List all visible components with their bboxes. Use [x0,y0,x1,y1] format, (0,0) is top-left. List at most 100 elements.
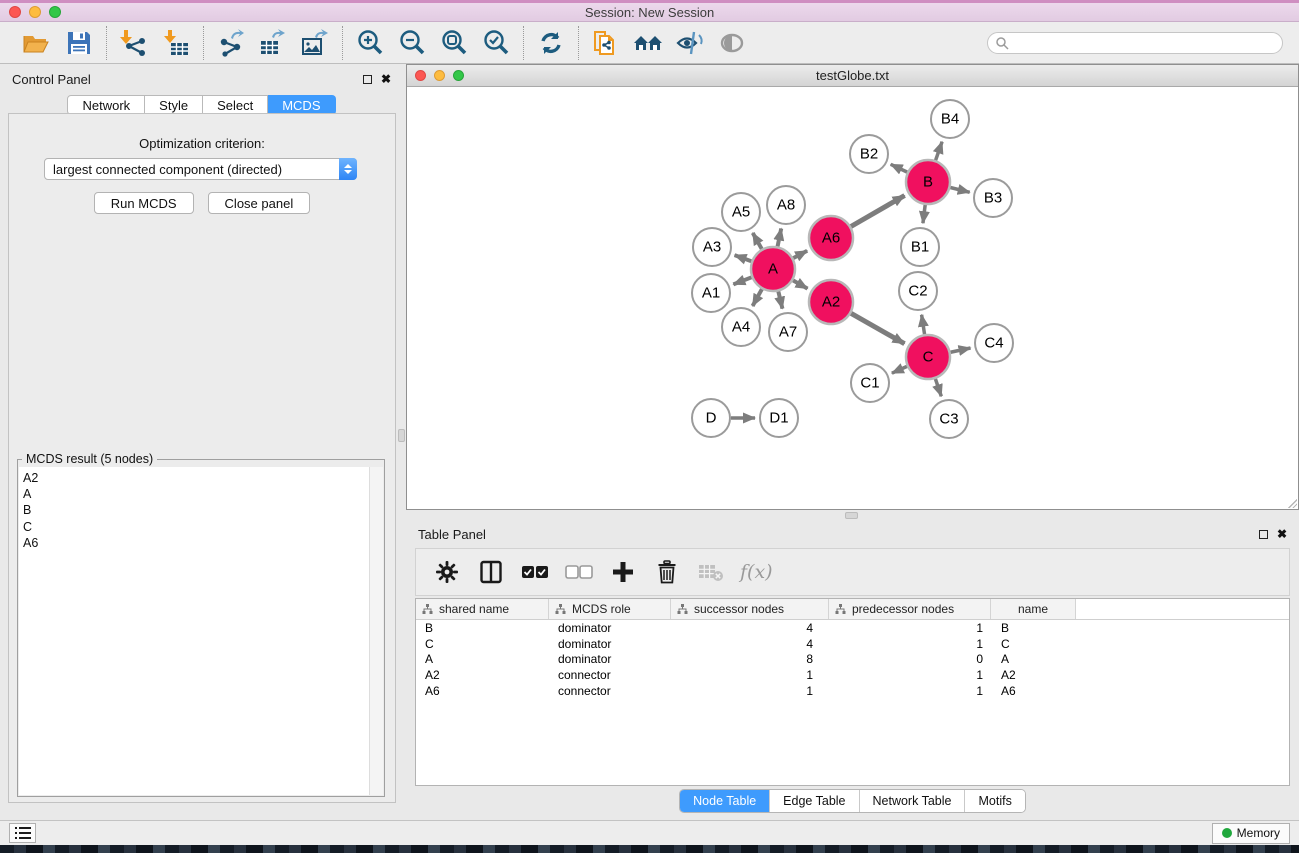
import-table-button[interactable] [159,27,193,59]
network-graph[interactable]: B4B2BB3A8A5A6B1A3AC2A1A2A4A7C4CC1C3DD1 [407,87,1298,509]
column-header-predecessor-nodes[interactable]: predecessor nodes [829,599,991,619]
graph-edge-A-A8[interactable] [778,229,782,247]
tab-network[interactable]: Network [67,95,145,115]
mcds-result-item[interactable]: A6 [23,535,369,551]
table-cell[interactable]: A6 [416,684,549,698]
table-cell[interactable]: 4 [671,637,829,651]
float-table-panel-icon[interactable] [1259,530,1268,539]
mcds-result-item[interactable]: A [23,486,369,502]
window-resize-grip[interactable] [1286,497,1297,508]
run-mcds-button[interactable]: Run MCDS [94,192,194,214]
zoom-in-button[interactable] [353,27,387,59]
column-header-name[interactable]: name [991,599,1076,619]
close-panel-icon[interactable]: ✖ [381,74,391,84]
graph-edge-C-C3[interactable] [935,379,941,396]
first-neighbors-button[interactable] [631,27,665,59]
graph-edge-C-C4[interactable] [950,348,970,352]
table-cell[interactable]: B [991,621,1076,635]
export-table-button[interactable] [256,27,290,59]
close-table-panel-icon[interactable]: ✖ [1277,529,1287,539]
graph-edge-A6-B[interactable] [851,195,905,226]
column-header-successor-nodes[interactable]: successor nodes [671,599,829,619]
table-row[interactable]: A2connector11A2 [416,667,1289,683]
save-session-button[interactable] [62,27,96,59]
table-cell[interactable]: 4 [671,621,829,635]
memory-button[interactable]: Memory [1212,823,1290,844]
delete-column-button[interactable] [652,557,682,587]
table-cell[interactable]: A6 [991,684,1076,698]
table-cell[interactable]: 1 [829,621,991,635]
table-cell[interactable]: 1 [829,684,991,698]
horizontal-splitter-handle[interactable] [845,512,858,519]
add-column-button[interactable] [608,557,638,587]
tab-style[interactable]: Style [145,95,203,115]
graph-edge-C-C2[interactable] [922,315,925,335]
table-cell[interactable]: connector [549,684,671,698]
select-all-button[interactable] [520,557,550,587]
table-cell[interactable]: 1 [829,668,991,682]
mcds-result-item[interactable]: A2 [23,470,369,486]
search-input[interactable] [1009,34,1282,52]
table-cell[interactable]: 1 [671,668,829,682]
hide-selected-button[interactable] [673,27,707,59]
graph-edge-B-B2[interactable] [891,164,908,172]
float-panel-icon[interactable] [363,75,372,84]
table-cell[interactable]: 1 [671,684,829,698]
table-settings-button[interactable] [432,557,462,587]
table-cell[interactable]: dominator [549,637,671,651]
vertical-splitter-handle[interactable] [398,429,405,442]
tab-network-table[interactable]: Network Table [859,790,965,812]
tab-motifs[interactable]: Motifs [964,790,1024,812]
graph-edge-A-A6[interactable] [793,251,807,258]
table-cell[interactable]: dominator [549,652,671,666]
tab-edge-table[interactable]: Edge Table [769,790,858,812]
task-history-button[interactable] [9,823,36,843]
show-all-button[interactable] [715,27,749,59]
mcds-result-item[interactable]: C [23,519,369,535]
toggle-panel-button[interactable] [476,557,506,587]
graph-edge-A2-C[interactable] [851,313,905,343]
import-network-button[interactable] [117,27,151,59]
table-cell[interactable]: B [416,621,549,635]
mcds-result-list[interactable]: A2ABCA6 [19,467,369,795]
column-header-MCDS-role[interactable]: MCDS role [549,599,671,619]
clone-network-button[interactable] [589,27,623,59]
tab-node-table[interactable]: Node Table [680,790,769,812]
table-row[interactable]: Cdominator41C [416,636,1289,652]
table-row[interactable]: Bdominator41B [416,620,1289,636]
mcds-result-item[interactable]: B [23,502,369,518]
table-cell[interactable]: 8 [671,652,829,666]
zoom-selected-button[interactable] [479,27,513,59]
export-image-button[interactable] [298,27,332,59]
table-row[interactable]: A6connector11A6 [416,683,1289,699]
graph-edge-A-A1[interactable] [733,277,751,284]
close-panel-button[interactable]: Close panel [208,192,311,214]
tab-mcds[interactable]: MCDS [268,95,335,115]
graph-edge-B-B3[interactable] [950,187,969,192]
graph-edge-A-A7[interactable] [778,291,782,308]
table-cell[interactable]: 1 [829,637,991,651]
table-row[interactable]: Adominator80A [416,651,1289,667]
function-builder-button[interactable]: f(x) [740,557,773,587]
graph-edge-A-A3[interactable] [735,255,752,261]
search-field[interactable] [987,32,1283,54]
network-canvas[interactable]: B4B2BB3A8A5A6B1A3AC2A1A2A4A7C4CC1C3DD1 [407,87,1298,509]
column-header-shared-name[interactable]: shared name [416,599,549,619]
open-session-button[interactable] [20,27,54,59]
graph-edge-A-A5[interactable] [753,233,762,249]
deselect-all-button[interactable] [564,557,594,587]
graph-edge-A-A4[interactable] [753,289,762,306]
zoom-out-button[interactable] [395,27,429,59]
tab-select[interactable]: Select [203,95,268,115]
table-cell[interactable]: dominator [549,621,671,635]
table-cell[interactable]: A2 [991,668,1076,682]
table-cell[interactable]: connector [549,668,671,682]
table-cell[interactable]: A [416,652,549,666]
node-table[interactable]: shared nameMCDS rolesuccessor nodesprede… [415,598,1290,786]
table-cell[interactable]: 0 [829,652,991,666]
graph-edge-A-A2[interactable] [793,280,808,288]
mcds-result-scrollbar[interactable] [369,467,383,795]
graph-edge-B-B1[interactable] [923,205,925,223]
table-cell[interactable]: A2 [416,668,549,682]
zoom-fit-button[interactable] [437,27,471,59]
